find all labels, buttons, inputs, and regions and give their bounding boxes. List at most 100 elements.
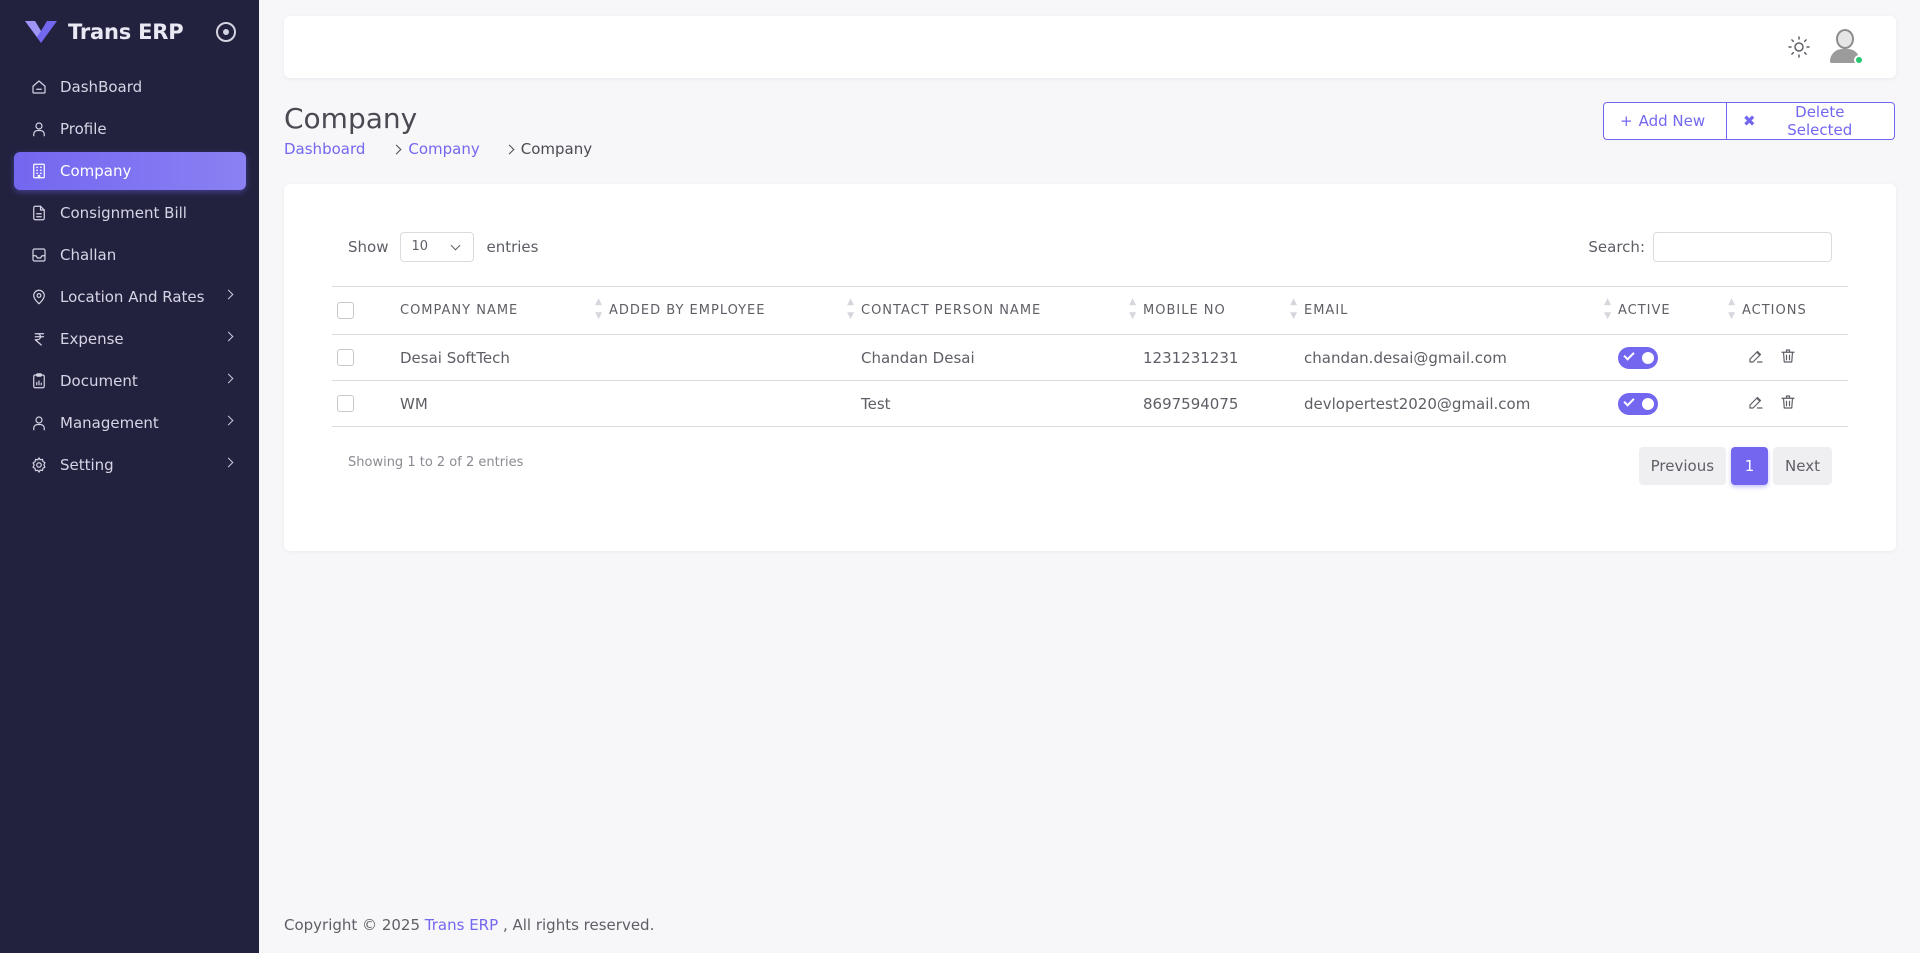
sidebar-item-location-and-rates[interactable]: Location And Rates xyxy=(14,278,246,316)
header-actions: + Add New ✖ Delete Selected xyxy=(1603,102,1895,140)
chevron-right-icon xyxy=(223,289,234,300)
breadcrumb-company[interactable]: Company xyxy=(408,140,479,158)
edit-icon[interactable] xyxy=(1747,347,1765,365)
file-icon xyxy=(30,204,48,222)
column-header-active[interactable]: ACTIVE ▲ ▼ xyxy=(1618,286,1742,335)
sidebar-item-setting[interactable]: Setting xyxy=(14,446,246,484)
sidebar-item-consignment-bill[interactable]: Consignment Bill xyxy=(14,194,246,232)
brand-name: Trans ERP xyxy=(68,20,184,44)
delete-selected-button[interactable]: ✖ Delete Selected xyxy=(1726,102,1895,140)
trash-icon[interactable] xyxy=(1779,393,1797,411)
trash-icon[interactable] xyxy=(1779,347,1797,365)
pagination: Previous 1 Next xyxy=(1638,447,1832,485)
sort-icon: ▲ ▼ xyxy=(595,297,603,321)
chevron-right-icon xyxy=(391,144,402,154)
copyright-text: Copyright © 2025 xyxy=(284,916,421,934)
cell-email: devlopertest2020@gmail.com xyxy=(1304,380,1618,427)
building-icon xyxy=(30,162,48,180)
cell-added-by xyxy=(609,334,861,381)
footer: Copyright © 2025 Trans ERP , All rights … xyxy=(284,916,654,934)
avatar-head xyxy=(1836,29,1854,49)
page-length-value: 10 xyxy=(411,239,429,254)
search-input[interactable] xyxy=(1653,232,1832,262)
column-header-contact-person-name[interactable]: CONTACT PERSON NAME ▲ ▼ xyxy=(861,286,1143,335)
chevron-right-icon xyxy=(223,457,234,468)
page-length-control: Show 10 entries xyxy=(348,232,538,262)
check-icon xyxy=(1623,394,1635,407)
sun-icon[interactable] xyxy=(1787,35,1811,59)
cell-contact-person: Chandan Desai xyxy=(861,334,1143,381)
column-header-added-by-employee[interactable]: ADDED BY EMPLOYEE ▲ ▼ xyxy=(609,286,861,335)
entries-label: entries xyxy=(486,238,539,256)
search-label: Search: xyxy=(1588,238,1645,256)
home-icon xyxy=(30,78,48,96)
sidebar-item-label: Challan xyxy=(60,246,117,264)
company-table-card: Show 10 entries Search: COMPANY NAME ▲ ▼ A… xyxy=(284,184,1896,551)
chevron-right-icon xyxy=(223,415,234,426)
sidebar-item-document[interactable]: Document xyxy=(14,362,246,400)
footer-brand-link[interactable]: Trans ERP xyxy=(425,916,498,934)
sidebar-item-challan[interactable]: Challan xyxy=(14,236,246,274)
add-new-label: Add New xyxy=(1638,112,1706,130)
brand[interactable]: Trans ERP xyxy=(23,18,184,46)
column-header-company-name[interactable]: COMPANY NAME ▲ ▼ xyxy=(400,286,609,335)
next-page-button[interactable]: Next xyxy=(1773,447,1832,485)
column-header-mobile-no[interactable]: MOBILE NO ▲ ▼ xyxy=(1143,286,1304,335)
sort-icon: ▲ ▼ xyxy=(1129,297,1137,321)
select-all-cell xyxy=(332,286,400,335)
sort-icon: ▲ ▼ xyxy=(847,297,855,321)
sort-icon: ▲ ▼ xyxy=(1604,297,1612,321)
plus-icon: + xyxy=(1620,112,1633,130)
table-info: Showing 1 to 2 of 2 entries xyxy=(348,455,524,470)
table-search: Search: xyxy=(1588,232,1832,262)
sidebar-item-label: Consignment Bill xyxy=(60,204,187,222)
user-icon xyxy=(30,414,48,432)
sidebar-item-label: Management xyxy=(60,414,159,432)
chevron-down-icon xyxy=(451,240,461,251)
add-new-button[interactable]: + Add New xyxy=(1603,102,1727,140)
sidebar-item-label: Expense xyxy=(60,330,124,348)
clipboard-icon xyxy=(30,372,48,390)
sidebar-item-dashboard[interactable]: DashBoard xyxy=(14,68,246,106)
active-toggle[interactable] xyxy=(1618,346,1658,369)
rights-text: , All rights reserved. xyxy=(502,916,655,934)
row-checkbox[interactable] xyxy=(337,349,354,366)
table-header-row: COMPANY NAME ▲ ▼ ADDED BY EMPLOYEE ▲ ▼ CONTA… xyxy=(332,286,1848,335)
column-header-email[interactable]: EMAIL ▲ ▼ xyxy=(1304,286,1618,335)
row-actions xyxy=(1747,393,1797,411)
cell-company-name: Desai SoftTech xyxy=(400,334,609,381)
row-actions xyxy=(1747,347,1797,365)
sidebar-item-label: Location And Rates xyxy=(60,288,205,306)
user-icon xyxy=(30,120,48,138)
cell-contact-person: Test xyxy=(861,380,1143,427)
sidebar-item-management[interactable]: Management xyxy=(14,404,246,442)
column-header-actions: ACTIONS xyxy=(1742,286,1848,335)
sidebar: Trans ERP DashBoard Profile Company Cons… xyxy=(0,0,259,953)
close-icon: ✖ xyxy=(1743,112,1756,130)
sidebar-collapse-icon[interactable] xyxy=(216,22,236,42)
table-row: Desai SoftTech Chandan Desai 1231231231 … xyxy=(332,334,1848,381)
avatar[interactable] xyxy=(1826,27,1864,65)
sort-icon: ▲ ▼ xyxy=(1728,297,1736,321)
sidebar-item-profile[interactable]: Profile xyxy=(14,110,246,148)
page-1-button[interactable]: 1 xyxy=(1731,447,1769,485)
breadcrumb-dashboard[interactable]: Dashboard xyxy=(284,140,365,158)
page-length-select[interactable]: 10 xyxy=(400,232,475,262)
sidebar-item-label: DashBoard xyxy=(60,78,143,96)
sidebar-item-expense[interactable]: Expense xyxy=(14,320,246,358)
delete-selected-label: Delete Selected xyxy=(1787,103,1853,139)
cell-company-name: WM xyxy=(400,380,609,427)
chevron-right-icon xyxy=(504,144,515,154)
previous-page-button[interactable]: Previous xyxy=(1638,447,1727,485)
sidebar-item-company[interactable]: Company xyxy=(14,152,246,190)
select-all-checkbox[interactable] xyxy=(337,302,354,319)
company-table: COMPANY NAME ▲ ▼ ADDED BY EMPLOYEE ▲ ▼ CONTA… xyxy=(332,286,1848,427)
edit-icon[interactable] xyxy=(1747,393,1765,411)
active-toggle[interactable] xyxy=(1618,392,1658,415)
sort-icon: ▲ ▼ xyxy=(1290,297,1298,321)
show-label: Show xyxy=(348,238,389,256)
breadcrumb-current: Company xyxy=(520,140,593,158)
gear-icon xyxy=(30,456,48,474)
row-checkbox[interactable] xyxy=(337,395,354,412)
cell-mobile: 8697594075 xyxy=(1143,380,1304,427)
